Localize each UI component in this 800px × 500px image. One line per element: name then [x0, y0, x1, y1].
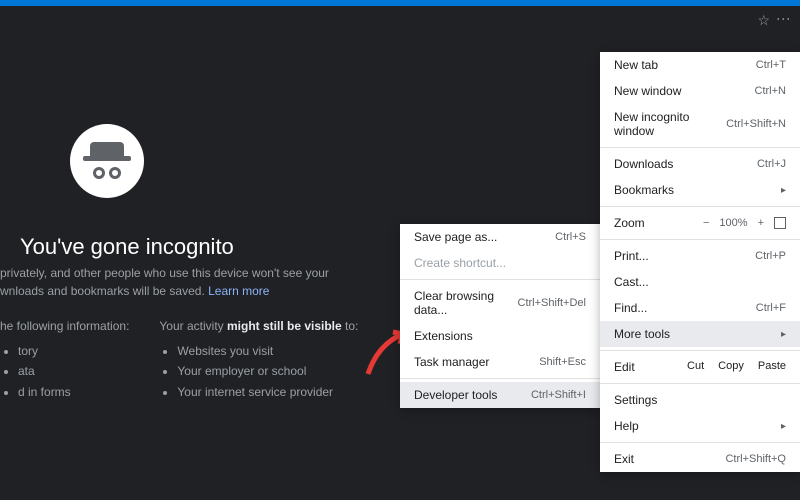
learn-more-link[interactable]: Learn more — [208, 284, 269, 298]
menu-help[interactable]: Help▸ — [600, 413, 800, 439]
zoom-out-button[interactable]: − — [703, 217, 709, 229]
fullscreen-icon[interactable] — [774, 217, 786, 229]
menu-developer-tools[interactable]: Developer toolsCtrl+Shift+I — [400, 382, 600, 408]
chevron-right-icon: ▸ — [781, 421, 786, 432]
menu-zoom: Zoom − 100% + — [600, 210, 800, 236]
incognito-icon — [70, 124, 144, 198]
page-content: You've gone incognito privately, and oth… — [0, 34, 800, 500]
info-columns: he following information: tory ata d in … — [0, 319, 358, 402]
hat-brim-icon — [83, 156, 131, 161]
menu-new-window[interactable]: New windowCtrl+N — [600, 78, 800, 104]
menu-more-tools[interactable]: More tools▸ — [600, 321, 800, 347]
zoom-in-button[interactable]: + — [758, 217, 764, 229]
list-item: Your employer or school — [177, 361, 358, 381]
tab-bar: ☆ ⋮ — [0, 6, 800, 34]
menu-separator — [400, 378, 600, 379]
menu-create-shortcut: Create shortcut... — [400, 250, 600, 276]
menu-cast[interactable]: Cast... — [600, 269, 800, 295]
menu-separator — [600, 442, 800, 443]
edit-label: Edit — [614, 360, 687, 374]
menu-new-incognito[interactable]: New incognito windowCtrl+Shift+N — [600, 104, 800, 144]
menu-edit: Edit Cut Copy Paste — [600, 354, 800, 380]
list-item: tory — [18, 341, 129, 361]
page-title: You've gone incognito — [20, 234, 234, 260]
desc-line2: wnloads and bookmarks will be saved. — [0, 284, 208, 298]
chevron-right-icon: ▸ — [781, 329, 786, 340]
list-item: ata — [18, 361, 129, 381]
info-col-right: Your activity might still be visible to:… — [159, 319, 358, 402]
more-tools-submenu: Save page as...Ctrl+S Create shortcut...… — [400, 224, 600, 408]
zoom-value: 100% — [719, 217, 747, 229]
menu-task-manager[interactable]: Task managerShift+Esc — [400, 349, 600, 375]
paste-button[interactable]: Paste — [758, 360, 786, 374]
menu-separator — [600, 239, 800, 240]
list-item: d in forms — [18, 382, 129, 402]
col2-head: Your activity might still be visible to: — [159, 319, 358, 333]
kebab-menu-icon[interactable]: ⋮ — [776, 12, 792, 24]
menu-print[interactable]: Print...Ctrl+P — [600, 243, 800, 269]
bookmark-star-icon[interactable]: ☆ — [757, 12, 770, 29]
menu-downloads[interactable]: DownloadsCtrl+J — [600, 151, 800, 177]
info-col-left: he following information: tory ata d in … — [0, 319, 129, 402]
cut-button[interactable]: Cut — [687, 360, 704, 374]
list-item: Your internet service provider — [177, 382, 358, 402]
menu-separator — [600, 147, 800, 148]
glasses-icon — [93, 167, 121, 179]
menu-new-tab[interactable]: New tabCtrl+T — [600, 52, 800, 78]
menu-exit[interactable]: ExitCtrl+Shift+Q — [600, 446, 800, 472]
copy-button[interactable]: Copy — [718, 360, 744, 374]
list-item: Websites you visit — [177, 341, 358, 361]
menu-settings[interactable]: Settings — [600, 387, 800, 413]
col1-head: he following information: — [0, 319, 129, 333]
menu-extensions[interactable]: Extensions — [400, 323, 600, 349]
menu-separator — [600, 206, 800, 207]
hat-icon — [90, 142, 124, 156]
menu-clear-browsing-data[interactable]: Clear browsing data...Ctrl+Shift+Del — [400, 283, 600, 323]
zoom-label: Zoom — [614, 216, 645, 230]
page-description: privately, and other people who use this… — [0, 264, 329, 300]
menu-separator — [600, 350, 800, 351]
chevron-right-icon: ▸ — [781, 185, 786, 196]
menu-bookmarks[interactable]: Bookmarks▸ — [600, 177, 800, 203]
menu-separator — [400, 279, 600, 280]
menu-save-page[interactable]: Save page as...Ctrl+S — [400, 224, 600, 250]
main-menu: New tabCtrl+T New windowCtrl+N New incog… — [600, 52, 800, 472]
desc-line1: privately, and other people who use this… — [0, 266, 329, 280]
menu-find[interactable]: Find...Ctrl+F — [600, 295, 800, 321]
menu-separator — [600, 383, 800, 384]
